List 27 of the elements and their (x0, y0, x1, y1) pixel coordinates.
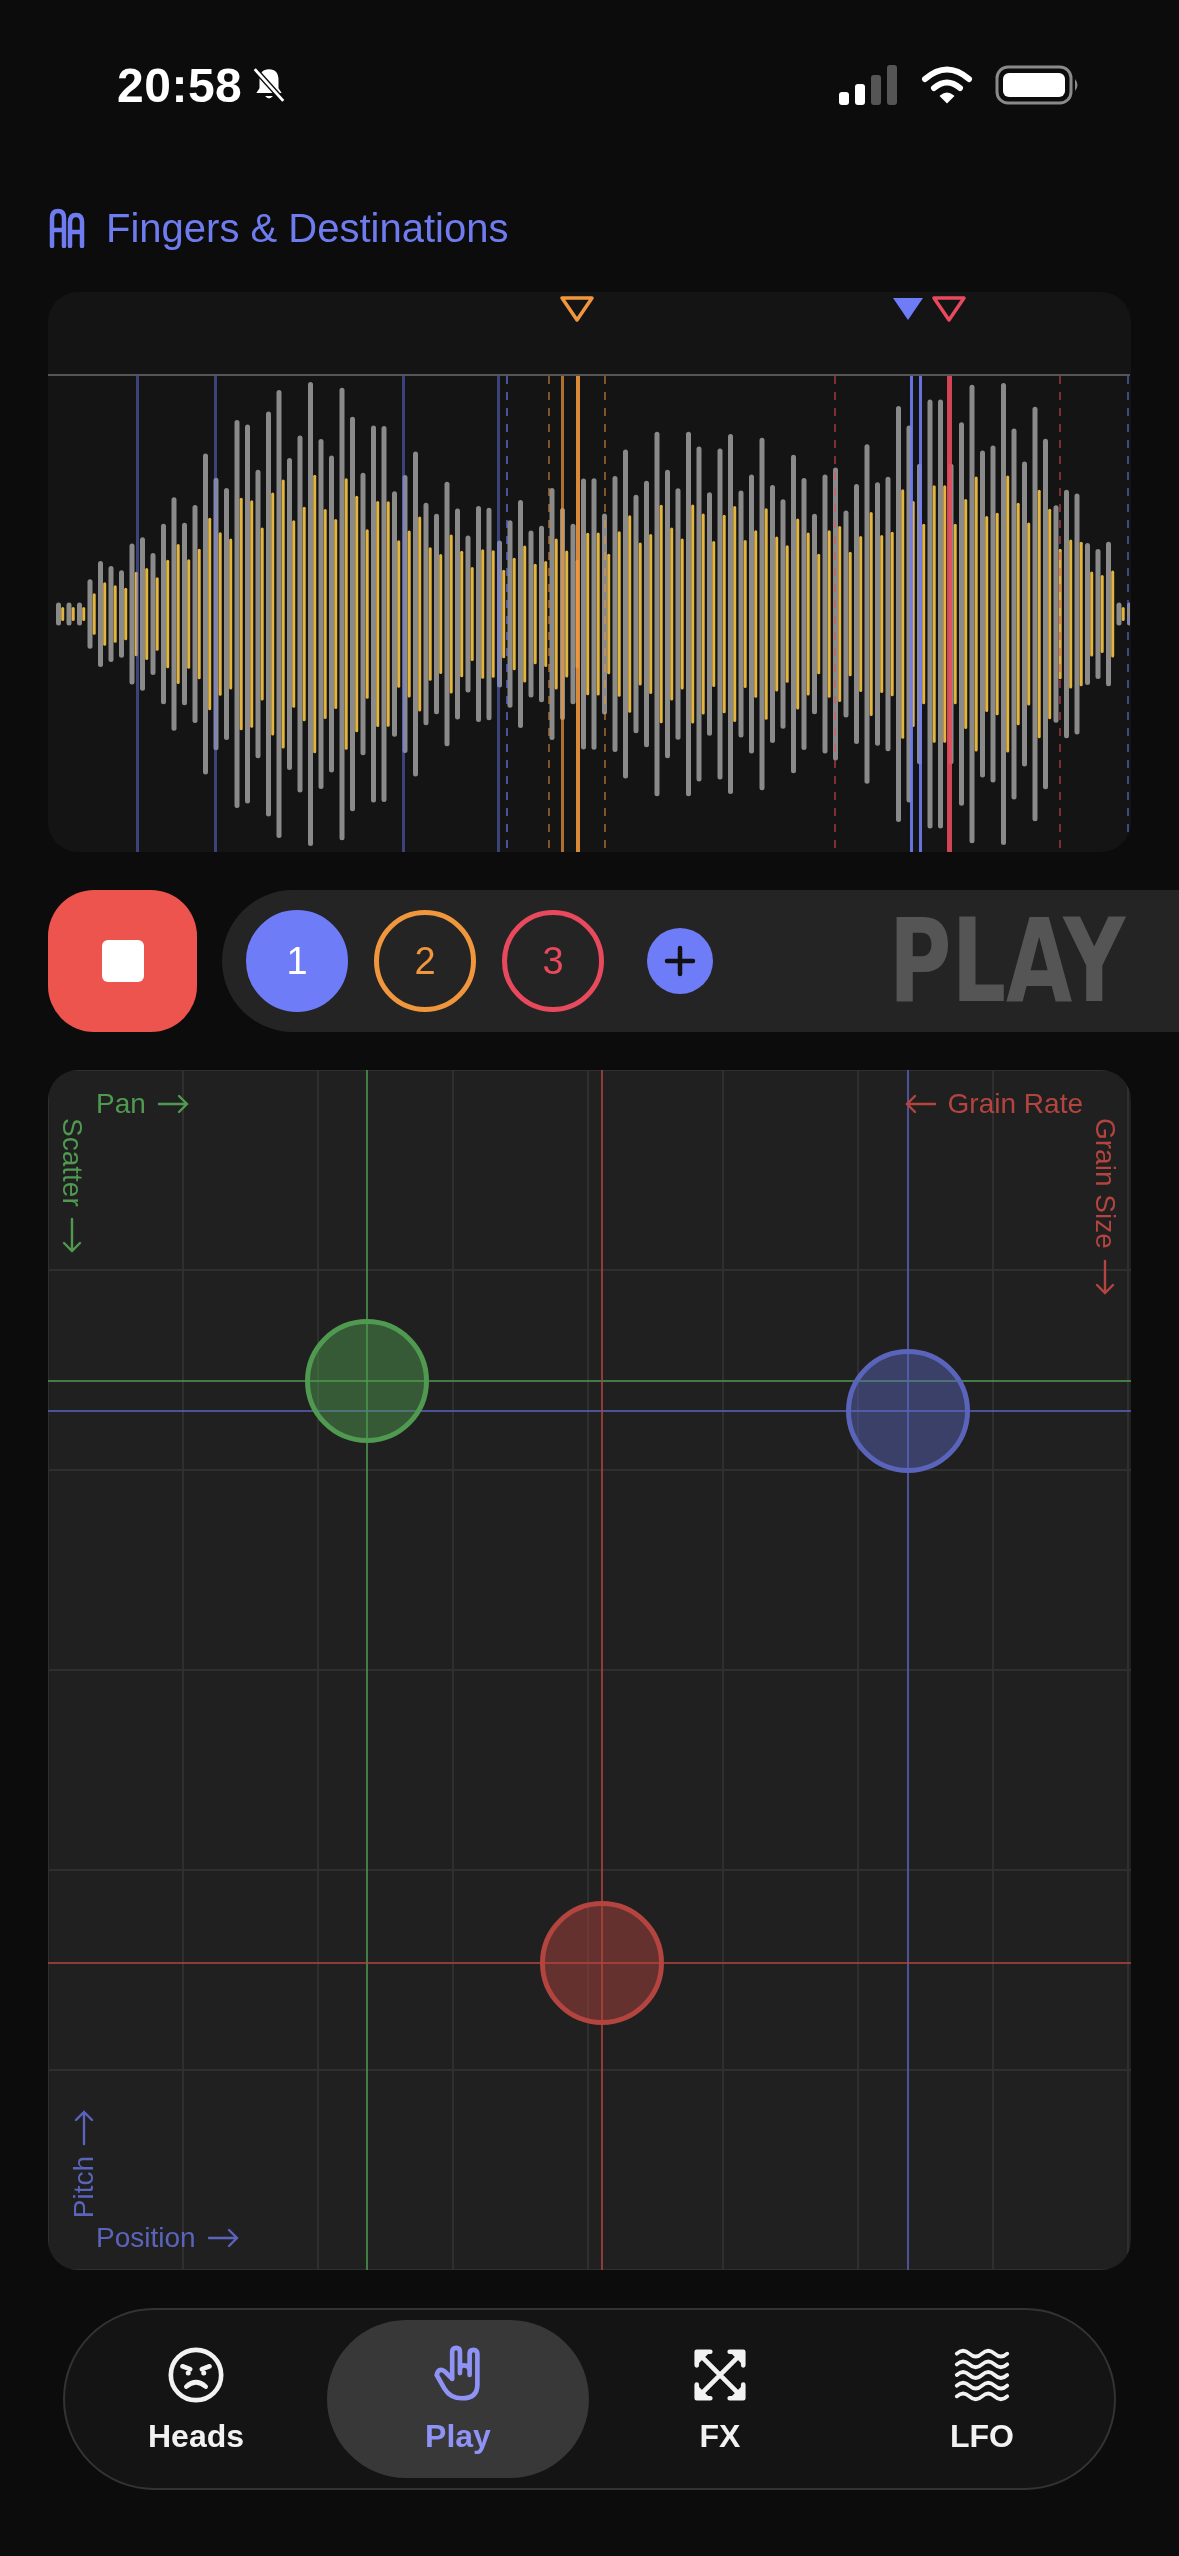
axis-label: Grain Rate (947, 1090, 1083, 1118)
arrow-icon (903, 1092, 938, 1116)
stop-button[interactable] (48, 890, 197, 1032)
arrow-icon (60, 1216, 84, 1253)
status-time: 20:58 (117, 57, 243, 113)
plus-icon (663, 944, 697, 978)
finger-button[interactable]: 2 (374, 910, 476, 1012)
tab[interactable]: FX (589, 2320, 851, 2478)
section-title: Fingers & Destinations (106, 205, 509, 251)
xy-pad[interactable]: Pan Scatter Position Pitch Grain Rate Grain Size (48, 1070, 1131, 2270)
axis-label: Position (96, 2224, 196, 2252)
axis-label: Pan (96, 1090, 146, 1118)
arrow-icon (1093, 1258, 1117, 1295)
tab[interactable]: Heads (65, 2320, 327, 2478)
arrow-icon (205, 2226, 240, 2250)
axis-label: Grain Size (1091, 1118, 1119, 1249)
tab[interactable]: LFO (851, 2320, 1113, 2478)
finger-button[interactable]: 3 (502, 910, 604, 1012)
axis-label: Pitch (70, 2155, 98, 2218)
axis-label: Scatter (58, 1118, 86, 1207)
fingers-icon (48, 208, 86, 248)
finger-button[interactable]: 1 (246, 910, 348, 1012)
wifi-icon (921, 66, 973, 104)
signal-icon (839, 65, 899, 105)
arrow-icon (155, 1092, 190, 1116)
arrow-icon (72, 2109, 96, 2146)
tab[interactable]: Play (327, 2320, 589, 2478)
